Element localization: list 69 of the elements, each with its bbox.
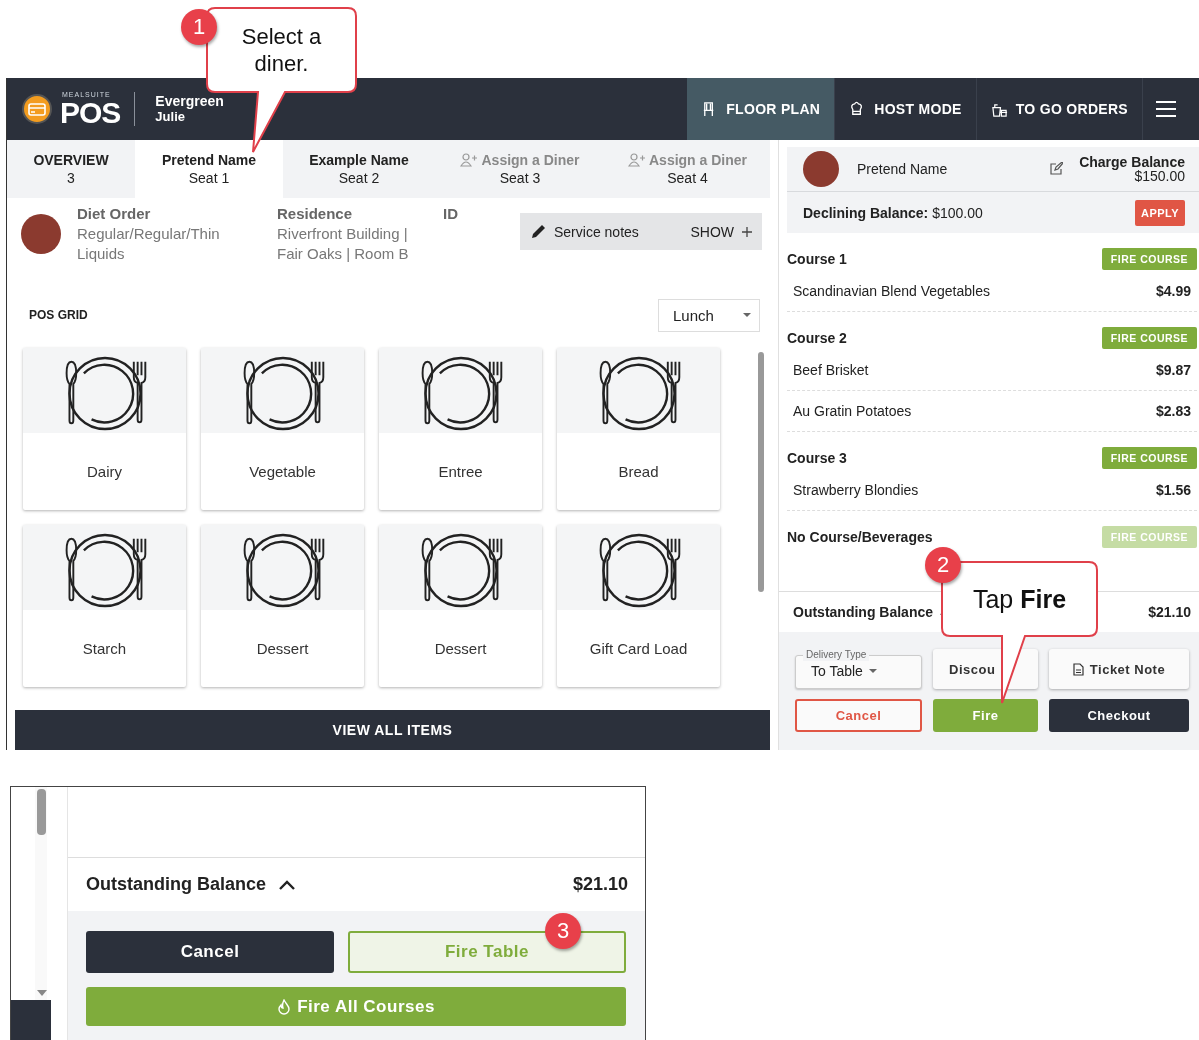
callout-text: Select a diner. xyxy=(240,23,323,77)
cancel-button[interactable]: Cancel xyxy=(795,699,922,732)
avatar xyxy=(21,214,61,254)
section-title: POS GRID xyxy=(29,308,88,322)
item-price: $9.87 xyxy=(1155,362,1191,378)
item-name: Beef Brisket xyxy=(793,362,869,378)
nav-tab[interactable]: FLOOR PLAN xyxy=(687,78,836,140)
flame-icon xyxy=(277,998,292,1015)
seat-tab[interactable]: Pretend Name Seat 1 xyxy=(135,140,283,198)
card-logo-icon xyxy=(22,94,52,124)
category-tile[interactable]: Gift Card Load xyxy=(557,525,720,687)
avatar xyxy=(803,151,839,187)
item-name: Scandinavian Blend Vegetables xyxy=(793,283,990,299)
item-price: $4.99 xyxy=(1155,283,1191,299)
pencil-icon xyxy=(530,223,546,240)
add-person-icon xyxy=(460,153,479,167)
category-tile[interactable]: Dessert xyxy=(379,525,542,687)
outstanding-balance-amount: $21.10 xyxy=(572,874,628,895)
course-name: No Course/Beverages xyxy=(787,529,933,545)
charge-balance-amount: $150.00 xyxy=(1134,169,1185,183)
callout-text: Tap Fire xyxy=(972,584,1067,614)
view-all-items-button[interactable]: VIEW ALL ITEMS xyxy=(15,710,770,750)
field-value: Regular/Regular/Thin Liquids xyxy=(77,224,221,264)
item-name: Au Gratin Potatoes xyxy=(793,403,912,419)
apply-button[interactable]: APPLY xyxy=(1135,199,1185,226)
edit-icon[interactable] xyxy=(1049,162,1064,176)
field-label: ID xyxy=(443,204,459,224)
item-price: $2.83 xyxy=(1155,403,1191,419)
category-tile[interactable]: Entree xyxy=(379,348,542,510)
category-tile[interactable]: Dairy xyxy=(23,348,186,510)
diner-name: Pretend Name xyxy=(857,161,948,177)
user-name: Julie xyxy=(155,109,186,124)
field-label: Diet Order xyxy=(77,204,152,224)
outstanding-balance-label: Outstanding Balance xyxy=(86,874,267,895)
course-name: Course 2 xyxy=(787,330,847,346)
menu-icon[interactable] xyxy=(1155,100,1177,118)
nav-tab[interactable]: HOST MODE xyxy=(835,78,977,140)
show-toggle[interactable]: SHOW xyxy=(690,223,752,240)
footer-bar xyxy=(11,1000,51,1040)
plus-icon xyxy=(742,226,752,237)
add-person-icon xyxy=(628,153,646,167)
category-tile[interactable]: Dessert xyxy=(201,525,364,687)
course-name: Course 3 xyxy=(787,450,847,466)
field-label: Residence xyxy=(277,204,354,224)
outstanding-balance-label: Outstanding Balance xyxy=(793,604,934,620)
location-name: Evergreen xyxy=(155,94,224,109)
field-value: Riverfront Building | Fair Oaks | Room B xyxy=(277,224,410,264)
nav-tab[interactable]: TO GO ORDERS xyxy=(976,78,1143,140)
item-name: Strawberry Blondies xyxy=(793,482,919,498)
dark-button[interactable]: Checkout xyxy=(1049,699,1189,732)
service-notes-bar[interactable]: Service notes SHOW xyxy=(520,213,762,250)
item-price: $1.56 xyxy=(1155,482,1191,498)
scrollbar[interactable] xyxy=(35,787,47,1000)
step-badge: 2 xyxy=(925,547,961,583)
dark-button[interactable]: Cancel xyxy=(86,931,334,973)
outstanding-balance-amount: $21.10 xyxy=(1148,604,1191,620)
category-tile[interactable]: Starch xyxy=(23,525,186,687)
meal-dropdown[interactable]: Lunch xyxy=(658,298,760,332)
charge-balance-label: Charge Balance xyxy=(1079,155,1185,169)
category-tile[interactable]: Vegetable xyxy=(201,348,364,510)
ticket-note-button[interactable]: Ticket Note xyxy=(1049,649,1189,689)
declining-balance: Declining Balance: $100.00 xyxy=(803,204,983,221)
brand-logo: POS xyxy=(60,97,121,128)
chevron-up-icon[interactable] xyxy=(278,878,297,891)
service-notes-label: Service notes xyxy=(554,223,639,240)
category-tile[interactable]: Bread xyxy=(557,348,720,510)
document-icon xyxy=(1072,662,1084,676)
step-badge: 1 xyxy=(181,9,217,45)
course-name: Course 1 xyxy=(787,251,847,267)
